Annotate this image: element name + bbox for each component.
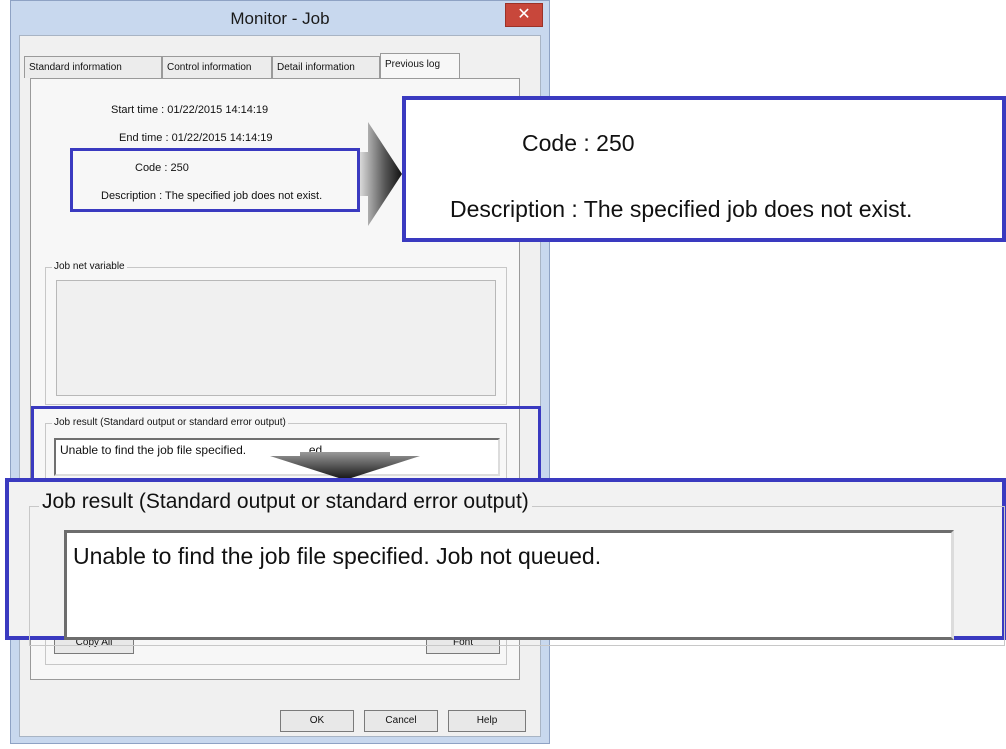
zoom-job-result-label: Job result (Standard output or standard …: [39, 490, 532, 514]
window-title: Monitor - Job: [230, 9, 330, 28]
jobnet-variable-group: Job net variable: [45, 261, 507, 405]
code-zoom-panel: Code : 250 Description : The specified j…: [402, 96, 1006, 242]
cancel-button[interactable]: Cancel: [364, 710, 438, 732]
tab-previous-log[interactable]: Previous log: [380, 53, 460, 79]
tab-standard-information[interactable]: Standard information: [24, 56, 162, 78]
job-result-zoom-panel: Job result (Standard output or standard …: [5, 478, 1006, 646]
ok-button[interactable]: OK: [280, 710, 354, 732]
arrow-icon: [360, 122, 402, 226]
zoom-code-value: Code : 250: [522, 130, 635, 156]
help-button[interactable]: Help: [448, 710, 526, 732]
tab-detail-information[interactable]: Detail information: [272, 56, 380, 78]
close-icon[interactable]: ✕: [505, 3, 543, 27]
zoom-job-result-textbox: Unable to find the job file specified. J…: [64, 530, 954, 640]
jobnet-variable-box: [56, 280, 496, 396]
jobnet-variable-label: Job net variable: [52, 261, 127, 272]
code-description-highlight: [70, 148, 360, 212]
tab-control-information[interactable]: Control information: [162, 56, 272, 78]
start-time: Start time : 01/22/2015 14:14:19: [111, 104, 269, 116]
title-bar[interactable]: Monitor - Job ✕: [11, 1, 549, 35]
end-time: End time : 01/22/2015 14:14:19: [119, 132, 273, 144]
zoom-description-value: Description : The specified job does not…: [450, 196, 913, 222]
